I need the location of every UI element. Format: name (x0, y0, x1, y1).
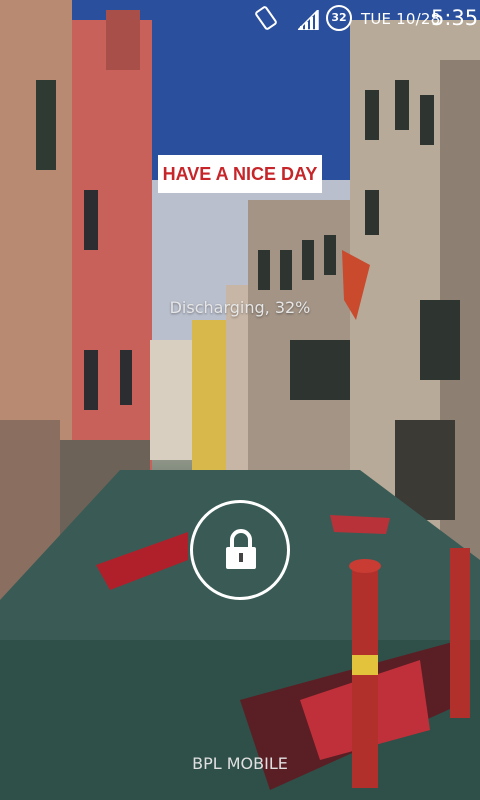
nice-day-banner: HAVE A NICE DAY (158, 155, 322, 193)
status-date: TUE 10/28 (361, 10, 441, 28)
carrier-label: BPL MOBILE (192, 754, 288, 773)
status-bar: 32 TUE 10/28 5:35 (0, 0, 480, 38)
lock-icon (226, 529, 256, 569)
unlock-button[interactable] (190, 500, 290, 600)
wallpaper (0, 0, 480, 800)
venice-canal-image (0, 0, 480, 800)
battery-status-text: Discharging, 32% (169, 298, 311, 317)
signal-icon (298, 10, 319, 30)
battery-icon: 32 (326, 5, 352, 31)
status-time: 5:35 (431, 6, 479, 30)
rotate-icon (253, 4, 279, 32)
